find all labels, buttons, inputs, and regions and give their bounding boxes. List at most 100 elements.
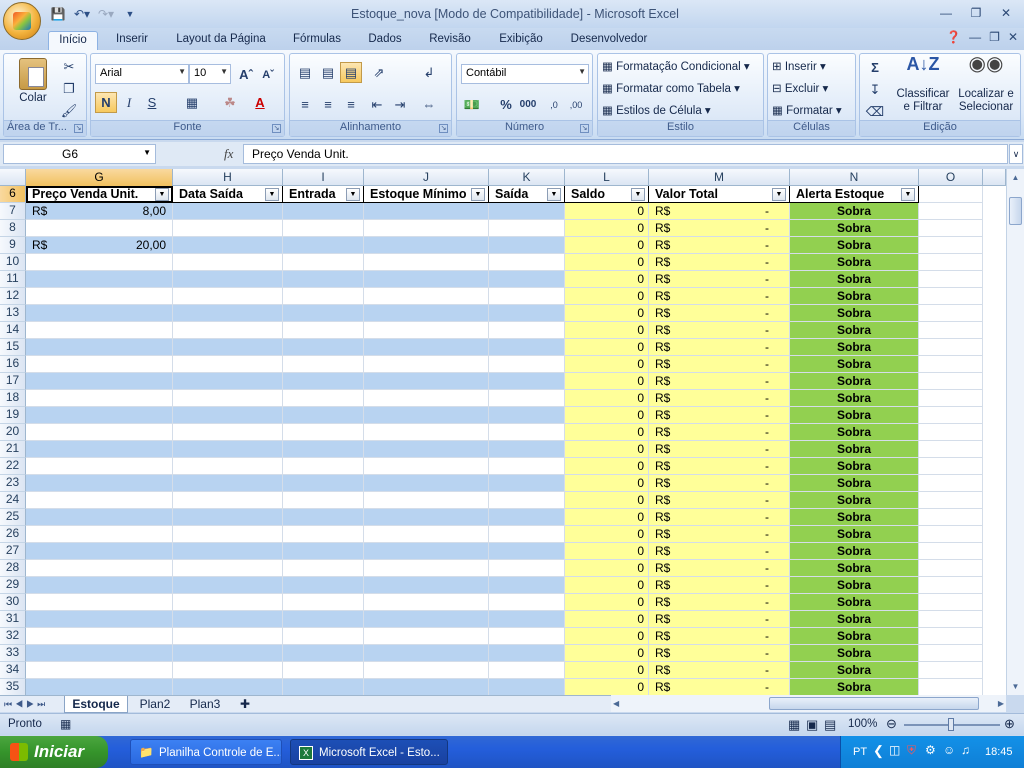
table-cell[interactable]: [283, 339, 364, 356]
task-excel[interactable]: X Microsoft Excel - Esto...: [290, 739, 448, 765]
row-header[interactable]: 31: [0, 611, 26, 628]
table-cell[interactable]: Sobra: [790, 390, 919, 407]
table-cell[interactable]: [26, 509, 173, 526]
table-cell[interactable]: [489, 237, 565, 254]
row-header[interactable]: 6: [0, 186, 26, 203]
table-cell[interactable]: Sobra: [790, 543, 919, 560]
minimize-icon[interactable]: —: [932, 3, 960, 23]
table-cell[interactable]: [364, 407, 489, 424]
table-header-cell[interactable]: Valor Total ▼: [649, 186, 790, 203]
table-cell[interactable]: [283, 390, 364, 407]
format-as-table-button[interactable]: ▦ Formatar como Tabela ▾: [602, 81, 740, 95]
table-cell[interactable]: R$ -: [649, 237, 790, 254]
table-cell[interactable]: [489, 441, 565, 458]
row-header[interactable]: 15: [0, 339, 26, 356]
table-cell[interactable]: [26, 407, 173, 424]
table-cell[interactable]: R$ -: [649, 475, 790, 492]
table-cell[interactable]: [364, 577, 489, 594]
borders-icon[interactable]: ▦: [181, 92, 203, 113]
table-cell[interactable]: [173, 322, 283, 339]
insert-sheet-icon[interactable]: ✚: [234, 696, 256, 713]
tab-desenvolvedor[interactable]: Desenvolvedor: [562, 31, 656, 50]
table-cell[interactable]: R$ -: [649, 560, 790, 577]
table-cell[interactable]: R$ -: [649, 305, 790, 322]
table-cell[interactable]: 0: [565, 271, 649, 288]
tab-inicio[interactable]: Início: [48, 31, 98, 50]
table-cell[interactable]: [489, 526, 565, 543]
table-cell[interactable]: [489, 220, 565, 237]
table-cell[interactable]: [489, 475, 565, 492]
table-cell[interactable]: [283, 475, 364, 492]
table-cell[interactable]: [283, 424, 364, 441]
table-cell[interactable]: [364, 611, 489, 628]
name-box[interactable]: G6 ▼: [3, 144, 156, 164]
row-header[interactable]: 12: [0, 288, 26, 305]
table-cell[interactable]: [489, 611, 565, 628]
table-cell[interactable]: [919, 424, 983, 441]
table-cell[interactable]: [26, 475, 173, 492]
table-cell[interactable]: Sobra: [790, 458, 919, 475]
table-cell[interactable]: [283, 611, 364, 628]
table-cell[interactable]: R$ -: [649, 492, 790, 509]
column-header-i[interactable]: I: [283, 169, 364, 186]
table-cell[interactable]: [283, 543, 364, 560]
align-right-icon[interactable]: ≡: [340, 94, 362, 115]
row-header[interactable]: 28: [0, 560, 26, 577]
table-cell[interactable]: [364, 492, 489, 509]
table-cell[interactable]: 0: [565, 475, 649, 492]
table-cell[interactable]: Sobra: [790, 356, 919, 373]
row-header[interactable]: 23: [0, 475, 26, 492]
table-cell[interactable]: 0: [565, 305, 649, 322]
table-cell[interactable]: [364, 203, 489, 220]
table-cell[interactable]: 0: [565, 390, 649, 407]
table-cell[interactable]: [26, 662, 173, 679]
table-cell[interactable]: Sobra: [790, 662, 919, 679]
row-header[interactable]: 11: [0, 271, 26, 288]
shrink-font-icon[interactable]: Aˇ: [257, 64, 279, 85]
table-cell[interactable]: [489, 322, 565, 339]
table-cell[interactable]: [173, 577, 283, 594]
worksheet-grid[interactable]: 6 Preço Venda Unit. ▼ Data Saída ▼ Entrada ▼ Es…: [0, 169, 1006, 695]
filter-dropdown-icon[interactable]: ▼: [631, 188, 645, 201]
network-icon[interactable]: ◫: [889, 743, 900, 757]
h-scroll-thumb[interactable]: [769, 697, 979, 710]
table-cell[interactable]: [489, 390, 565, 407]
table-cell[interactable]: [919, 662, 983, 679]
table-cell[interactable]: [173, 424, 283, 441]
customize-qat-icon[interactable]: ▼: [120, 5, 140, 23]
table-cell[interactable]: [173, 237, 283, 254]
doc-close-icon[interactable]: ✕: [1008, 30, 1018, 44]
table-cell[interactable]: [919, 560, 983, 577]
table-cell[interactable]: [173, 509, 283, 526]
macro-record-icon[interactable]: ▦: [60, 717, 71, 731]
table-cell[interactable]: [364, 373, 489, 390]
table-cell[interactable]: R$ -: [649, 373, 790, 390]
table-cell[interactable]: 0: [565, 526, 649, 543]
table-cell[interactable]: [364, 339, 489, 356]
table-cell[interactable]: [919, 390, 983, 407]
table-cell[interactable]: Sobra: [790, 288, 919, 305]
underline-button[interactable]: S: [141, 92, 163, 113]
table-cell[interactable]: [489, 288, 565, 305]
table-cell[interactable]: 0: [565, 220, 649, 237]
sheet-nav-icons[interactable]: ⏮◀▶⏭: [4, 696, 48, 712]
save-icon[interactable]: 💾: [48, 5, 68, 23]
row-header[interactable]: 13: [0, 305, 26, 322]
copy-icon[interactable]: ❐: [58, 78, 80, 99]
table-cell[interactable]: 0: [565, 441, 649, 458]
table-cell[interactable]: [364, 679, 489, 695]
table-header-cell[interactable]: Saldo ▼: [565, 186, 649, 203]
table-cell[interactable]: Sobra: [790, 475, 919, 492]
table-cell[interactable]: [283, 305, 364, 322]
delete-cells-button[interactable]: ⊟ Excluir ▾: [772, 81, 828, 95]
table-cell[interactable]: Sobra: [790, 577, 919, 594]
tab-formulas[interactable]: Fórmulas: [284, 31, 350, 50]
table-cell[interactable]: [919, 271, 983, 288]
filter-dropdown-icon[interactable]: ▼: [265, 188, 279, 201]
wrap-text-icon[interactable]: ↲: [418, 62, 440, 83]
font-size-select[interactable]: 10 ▼: [189, 64, 231, 84]
view-page-layout-icon[interactable]: ▣: [806, 717, 818, 733]
table-cell[interactable]: [26, 220, 173, 237]
filter-dropdown-icon[interactable]: ▼: [772, 188, 786, 201]
zoom-in-icon[interactable]: ⊕: [1004, 716, 1015, 732]
